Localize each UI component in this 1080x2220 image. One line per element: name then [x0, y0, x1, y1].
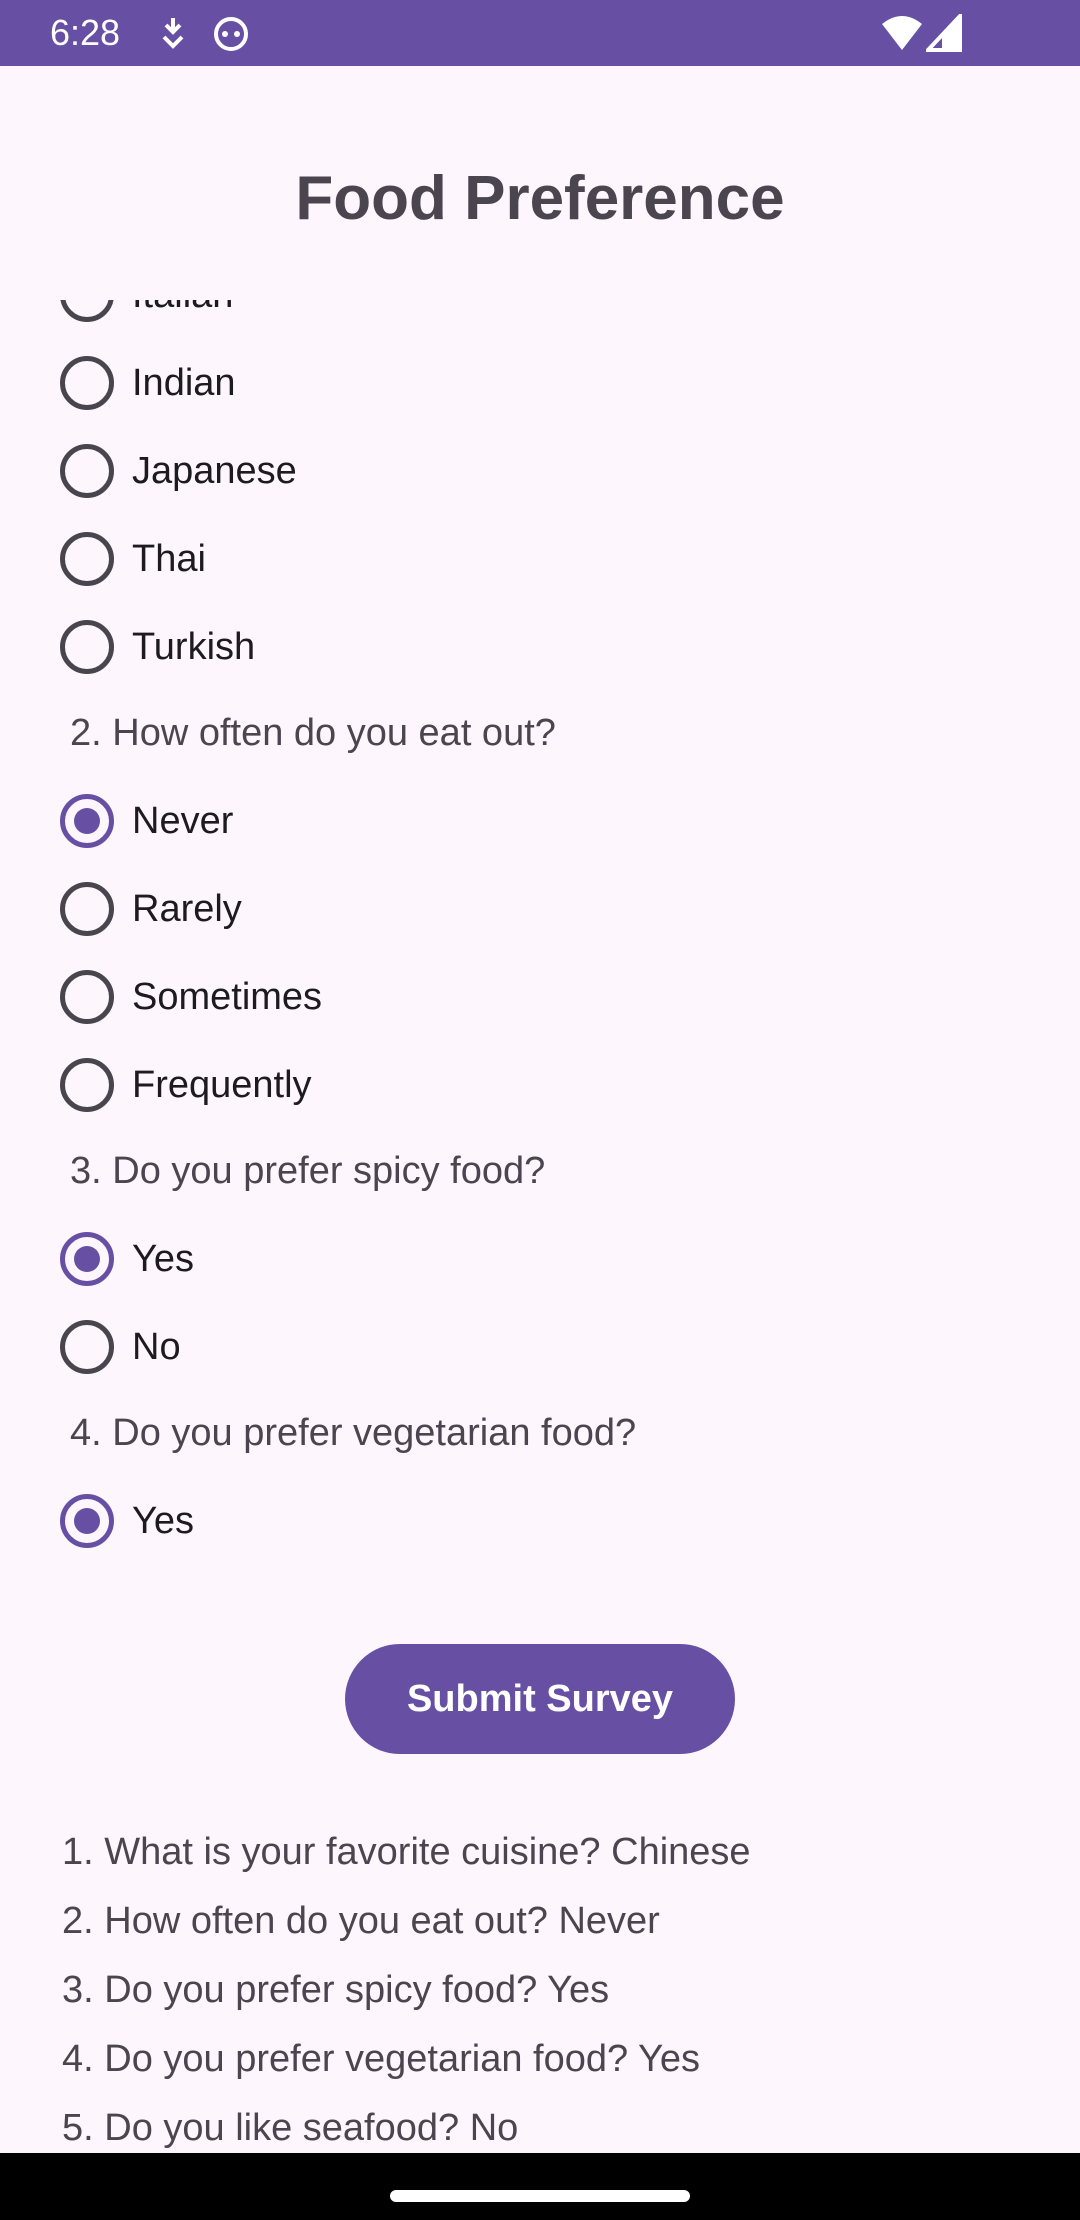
home-handle[interactable]: [390, 2190, 690, 2202]
option-label: Sometimes: [132, 976, 323, 1018]
question-vegetarian-food: 4. Do you prefer vegetarian food?: [70, 1412, 637, 1454]
option-label: Yes: [132, 1500, 194, 1542]
radio-option-indian[interactable]: Indian: [0, 338, 1080, 426]
radio-option-sometimes[interactable]: Sometimes: [0, 952, 1080, 1040]
radio-checked-icon[interactable]: [60, 794, 114, 848]
radio-option-japanese[interactable]: Japanese: [0, 426, 1080, 514]
question-eat-out: 2. How often do you eat out?: [70, 712, 556, 754]
radio-unchecked-icon[interactable]: [60, 444, 114, 498]
radio-checked-icon[interactable]: [60, 1494, 114, 1548]
option-label: Frequently: [132, 1064, 312, 1106]
option-label: Indian: [132, 362, 236, 404]
result-line: 2. How often do you eat out? Never: [62, 1900, 660, 1942]
cellular-signal-icon: [923, 10, 962, 57]
radio-unchecked-icon[interactable]: [60, 300, 114, 322]
result-line: 4. Do you prefer vegetarian food? Yes: [62, 2038, 701, 2080]
radio-unchecked-icon[interactable]: [60, 356, 114, 410]
radio-checked-icon[interactable]: [60, 1232, 114, 1286]
radio-option-rarely[interactable]: Rarely: [0, 864, 1080, 952]
radio-option-frequently[interactable]: Frequently: [0, 1040, 1080, 1128]
question-spicy-food: 3. Do you prefer spicy food?: [70, 1150, 546, 1192]
survey-content: Italian Indian Japanese Thai Turkish 2. …: [0, 300, 1080, 1564]
submit-survey-button[interactable]: Submit Survey: [345, 1644, 735, 1754]
wifi-icon: [880, 14, 924, 57]
option-label: Rarely: [132, 888, 242, 930]
result-line: 1. What is your favorite cuisine? Chines…: [62, 1831, 751, 1873]
radio-unchecked-icon[interactable]: [60, 970, 114, 1024]
option-label: Italian: [132, 300, 233, 317]
radio-unchecked-icon[interactable]: [60, 1058, 114, 1112]
radio-unchecked-icon[interactable]: [60, 620, 114, 674]
cat-face-icon: [212, 15, 250, 56]
option-label: Never: [132, 800, 234, 842]
survey-scroll-area[interactable]: Italian Indian Japanese Thai Turkish 2. …: [0, 300, 1080, 1720]
result-line: 3. Do you prefer spicy food? Yes: [62, 1969, 610, 2011]
status-bar: 6:28: [0, 0, 1080, 66]
option-label: Turkish: [132, 626, 256, 668]
option-label: Yes: [132, 1238, 194, 1280]
navigation-bar: [0, 2153, 1080, 2220]
survey-results: 1. What is your favorite cuisine? Chines…: [62, 1818, 1062, 2163]
page-title: Food Preference: [295, 164, 785, 233]
radio-option-never[interactable]: Never: [0, 776, 1080, 864]
download-icon: [158, 15, 188, 56]
radio-option-turkish[interactable]: Turkish: [0, 602, 1080, 690]
radio-unchecked-icon[interactable]: [60, 1320, 114, 1374]
status-time: 6:28: [50, 12, 121, 53]
radio-unchecked-icon[interactable]: [60, 882, 114, 936]
radio-option-thai[interactable]: Thai: [0, 514, 1080, 602]
radio-option-vegetarian-yes[interactable]: Yes: [0, 1476, 1080, 1564]
option-label: No: [132, 1326, 181, 1368]
radio-option-spicy-no[interactable]: No: [0, 1302, 1080, 1390]
radio-option-italian[interactable]: Italian: [0, 300, 1080, 338]
option-label: Japanese: [132, 450, 297, 492]
radio-option-spicy-yes[interactable]: Yes: [0, 1214, 1080, 1302]
radio-unchecked-icon[interactable]: [60, 532, 114, 586]
option-label: Thai: [132, 538, 206, 580]
